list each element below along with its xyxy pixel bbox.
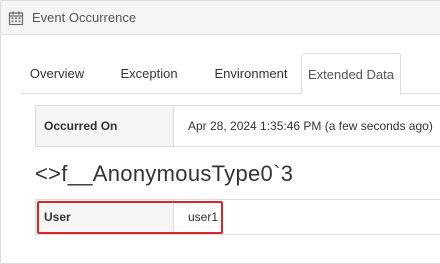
- tab-extended-data[interactable]: Extended Data: [301, 53, 401, 95]
- tab-label: Extended Data: [307, 66, 394, 82]
- tab-bar: Overview Exception Environment Extended …: [21, 53, 440, 95]
- panel-title: Event Occurrence: [32, 10, 137, 25]
- tab-label: Overview: [29, 66, 85, 81]
- tab-overview[interactable]: Overview: [21, 53, 93, 94]
- tab-label: Exception: [120, 66, 178, 81]
- event-occurrence-panel: Event Occurrence Overview Exception Envi…: [0, 0, 440, 264]
- occurred-on-label: Occurred On: [36, 106, 174, 146]
- user-key: User: [36, 200, 174, 234]
- panel-header: Event Occurrence: [1, 1, 440, 35]
- extended-data-row: User user1: [35, 199, 440, 235]
- tab-exception[interactable]: Exception: [105, 53, 193, 94]
- calendar-icon: [8, 10, 24, 26]
- tab-environment[interactable]: Environment: [197, 53, 305, 94]
- occurred-on-value: Apr 28, 2024 1:35:46 PM (a few seconds a…: [188, 119, 433, 133]
- occurred-on-row: Occurred On Apr 28, 2024 1:35:46 PM (a f…: [35, 105, 440, 147]
- user-value: user1: [188, 210, 219, 224]
- tab-label: Environment: [214, 66, 288, 81]
- extended-data-type-heading: <>f__AnonymousType0`3: [35, 161, 294, 186]
